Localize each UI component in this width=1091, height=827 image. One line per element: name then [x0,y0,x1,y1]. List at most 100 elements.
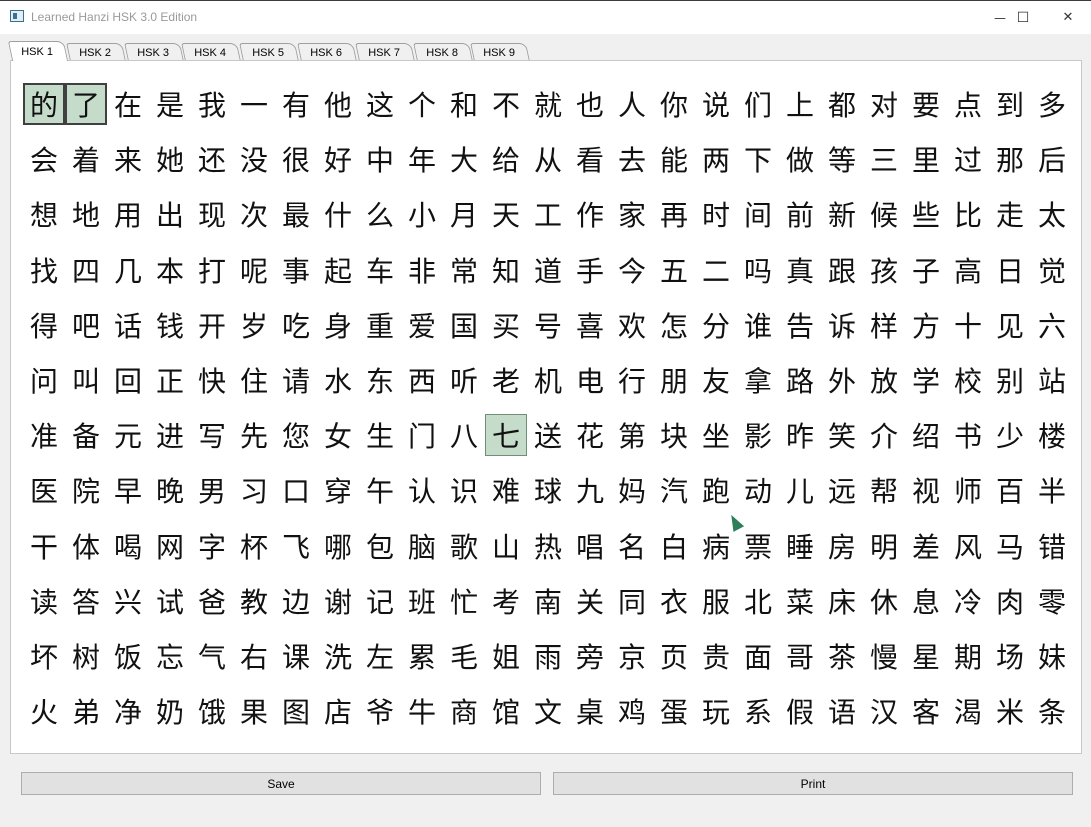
hanzi-cell[interactable]: 到 [989,83,1031,125]
hanzi-cell[interactable]: 风 [947,525,989,567]
hanzi-cell[interactable]: 好 [317,138,359,180]
hanzi-cell[interactable]: 火 [23,690,65,732]
hanzi-cell[interactable]: 男 [191,469,233,511]
hanzi-cell[interactable]: 昨 [779,414,821,456]
hanzi-cell[interactable]: 送 [527,414,569,456]
hanzi-cell[interactable]: 找 [23,249,65,291]
hanzi-cell[interactable]: 衣 [653,580,695,622]
hanzi-cell[interactable]: 名 [611,525,653,567]
hanzi-cell[interactable]: 影 [737,414,779,456]
hanzi-cell[interactable]: 汽 [653,469,695,511]
hanzi-cell[interactable]: 本 [149,249,191,291]
hanzi-cell[interactable]: 儿 [779,469,821,511]
hanzi-cell[interactable]: 动 [737,469,779,511]
hanzi-cell[interactable]: 西 [401,359,443,401]
hanzi-cell[interactable]: 医 [23,469,65,511]
hanzi-cell[interactable]: 习 [233,469,275,511]
hanzi-cell[interactable]: 几 [107,249,149,291]
hanzi-cell[interactable]: 起 [317,249,359,291]
hanzi-cell[interactable]: 米 [989,690,1031,732]
hanzi-cell[interactable]: 毛 [443,635,485,677]
hanzi-cell[interactable]: 飞 [275,525,317,567]
hanzi-cell[interactable]: 校 [947,359,989,401]
hanzi-cell[interactable]: 你 [653,83,695,125]
hanzi-cell[interactable]: 楼 [1031,414,1073,456]
hanzi-cell[interactable]: 样 [863,304,905,346]
hanzi-cell[interactable]: 在 [107,83,149,125]
hanzi-cell[interactable]: 朋 [653,359,695,401]
hanzi-cell[interactable]: 少 [989,414,1031,456]
hanzi-cell[interactable]: 答 [65,580,107,622]
hanzi-cell[interactable]: 帮 [863,469,905,511]
hanzi-cell[interactable]: 贵 [695,635,737,677]
hanzi-cell[interactable]: 图 [275,690,317,732]
hanzi-cell[interactable]: 页 [653,635,695,677]
hanzi-cell[interactable]: 些 [905,193,947,235]
tab-hsk-6[interactable]: HSK 6 [297,43,357,61]
hanzi-cell[interactable]: 知 [485,249,527,291]
hanzi-cell[interactable]: 告 [779,304,821,346]
hanzi-cell[interactable]: 着 [65,138,107,180]
hanzi-cell[interactable]: 买 [485,304,527,346]
hanzi-cell[interactable]: 体 [65,525,107,567]
hanzi-cell[interactable]: 房 [821,525,863,567]
hanzi-cell[interactable]: 兴 [107,580,149,622]
hanzi-cell[interactable]: 写 [191,414,233,456]
hanzi-cell[interactable]: 气 [191,635,233,677]
hanzi-cell[interactable]: 看 [569,138,611,180]
hanzi-cell[interactable]: 快 [191,359,233,401]
hanzi-cell[interactable]: 拿 [737,359,779,401]
hanzi-cell[interactable]: 多 [1031,83,1073,125]
hanzi-cell[interactable]: 小 [401,193,443,235]
close-button[interactable]: ✕ [1045,1,1091,34]
hanzi-cell[interactable]: 年 [401,138,443,180]
hanzi-cell[interactable]: 茶 [821,635,863,677]
hanzi-cell[interactable]: 视 [905,469,947,511]
hanzi-cell[interactable]: 雨 [527,635,569,677]
hanzi-cell[interactable]: 错 [1031,525,1073,567]
hanzi-cell[interactable]: 明 [863,525,905,567]
hanzi-cell[interactable]: 开 [191,304,233,346]
hanzi-cell[interactable]: 病 [695,525,737,567]
hanzi-cell[interactable]: 慢 [863,635,905,677]
hanzi-cell[interactable]: 呢 [233,249,275,291]
hanzi-cell[interactable]: 早 [107,469,149,511]
hanzi-cell[interactable]: 候 [863,193,905,235]
hanzi-cell[interactable]: 日 [989,249,1031,291]
hanzi-cell[interactable]: 女 [317,414,359,456]
tab-hsk-5[interactable]: HSK 5 [239,43,299,61]
hanzi-cell[interactable]: 谢 [317,580,359,622]
hanzi-cell[interactable]: 饿 [191,690,233,732]
hanzi-cell[interactable]: 友 [695,359,737,401]
hanzi-cell[interactable]: 那 [989,138,1031,180]
hanzi-cell[interactable]: 百 [989,469,1031,511]
hanzi-cell[interactable]: 十 [947,304,989,346]
hanzi-cell[interactable]: 高 [947,249,989,291]
hanzi-cell[interactable]: 坏 [23,635,65,677]
print-button[interactable]: Print [553,772,1073,795]
hanzi-cell[interactable]: 先 [233,414,275,456]
hanzi-cell[interactable]: 识 [443,469,485,511]
hanzi-cell[interactable]: 饭 [107,635,149,677]
hanzi-cell[interactable]: 身 [317,304,359,346]
hanzi-cell[interactable]: 准 [23,414,65,456]
hanzi-cell[interactable]: 学 [905,359,947,401]
hanzi-cell[interactable]: 作 [569,193,611,235]
hanzi-cell[interactable]: 会 [23,138,65,180]
tab-hsk-3[interactable]: HSK 3 [123,43,184,61]
hanzi-cell[interactable]: 孩 [863,249,905,291]
hanzi-cell[interactable]: 路 [779,359,821,401]
hanzi-cell[interactable]: 想 [23,193,65,235]
hanzi-cell[interactable]: 得 [23,304,65,346]
hanzi-cell[interactable]: 花 [569,414,611,456]
hanzi-cell[interactable]: 牛 [401,690,443,732]
hanzi-cell[interactable]: 生 [359,414,401,456]
hanzi-cell[interactable]: 就 [527,83,569,125]
hanzi-cell[interactable]: 店 [317,690,359,732]
hanzi-cell[interactable]: 期 [947,635,989,677]
hanzi-cell[interactable]: 从 [527,138,569,180]
hanzi-cell[interactable]: 两 [695,138,737,180]
hanzi-cell[interactable]: 洗 [317,635,359,677]
hanzi-cell[interactable]: 老 [485,359,527,401]
hanzi-cell[interactable]: 诉 [821,304,863,346]
